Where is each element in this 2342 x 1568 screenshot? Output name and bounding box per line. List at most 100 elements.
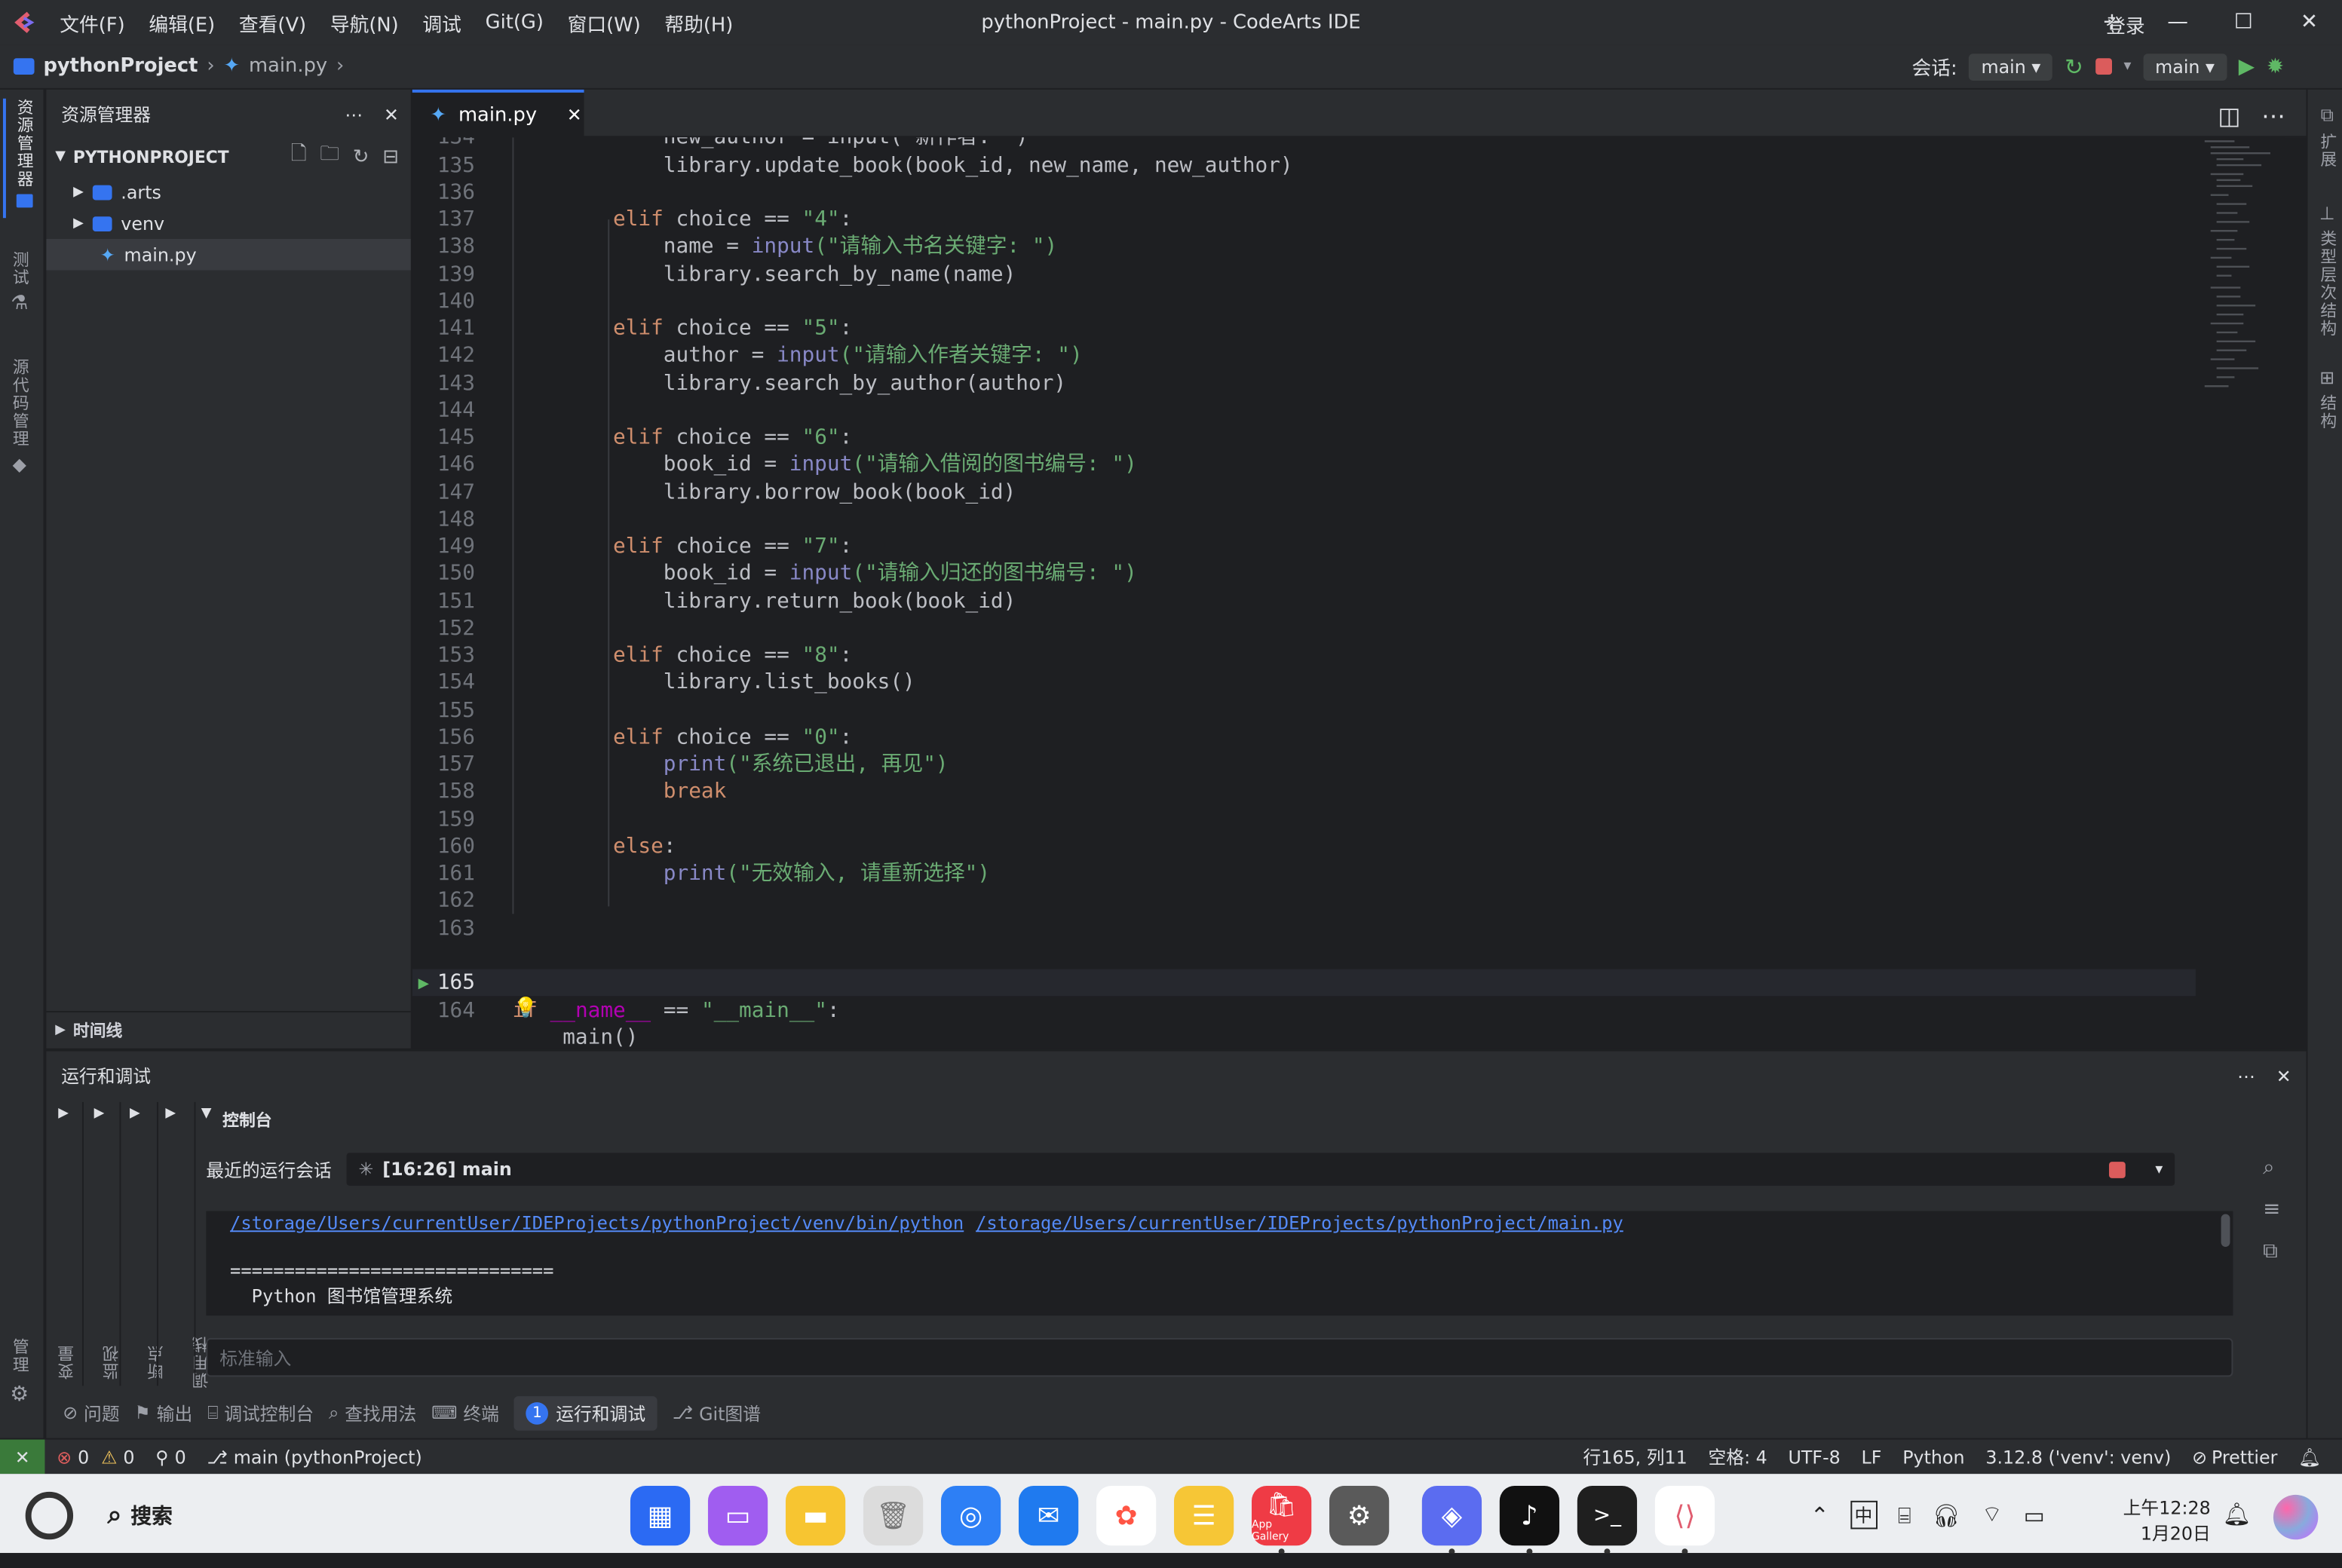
maximize-button[interactable]: ☐	[2211, 11, 2276, 35]
refresh-icon[interactable]: ↻	[353, 145, 369, 168]
app-photos-icon[interactable]: ✿	[1096, 1485, 1157, 1546]
activity-test[interactable]: 测试 ⚗	[8, 251, 32, 315]
breadcrumb-project[interactable]: pythonProject	[43, 55, 198, 78]
session-item[interactable]: ✳ [16:26] main ▾	[346, 1153, 2175, 1186]
run-icon[interactable]: ▶	[2239, 54, 2255, 78]
tab-main-py[interactable]: ✦ main.py ✕	[412, 89, 584, 138]
ime-indicator[interactable]: 中	[1850, 1500, 1878, 1530]
start-button[interactable]	[25, 1491, 74, 1540]
tab-output[interactable]: ⚑ 输出	[134, 1400, 192, 1426]
chevron-right-icon[interactable]: ▶	[165, 1107, 176, 1122]
copy-icon[interactable]: ⧉	[2263, 1239, 2280, 1263]
app-folder-icon[interactable]: ▬	[785, 1485, 846, 1546]
chevron-right-icon[interactable]: ▶	[94, 1107, 105, 1122]
session-select[interactable]: main ▾	[1969, 53, 2053, 80]
variables-tab[interactable]: 变量	[55, 1344, 79, 1380]
activity-explorer[interactable]: 资源管理器	[2, 98, 42, 219]
debug-icon[interactable]: ✹	[2267, 54, 2284, 78]
activity-manage[interactable]: 管理 ⚙	[8, 1338, 32, 1407]
chevron-right-icon[interactable]: ▶	[58, 1107, 69, 1122]
console-output[interactable]: /storage/Users/currentUser/IDEProjects/p…	[206, 1211, 2233, 1316]
more-icon[interactable]: ⋯	[345, 104, 363, 125]
tree-item-venv[interactable]: ▶ venv	[46, 207, 410, 239]
code-editor[interactable]: 134 new_author = input("新作者: ") 135 libr…	[412, 137, 2285, 1049]
new-folder-icon[interactable]: 🗀	[320, 140, 339, 173]
tree-item-arts[interactable]: ▶ .arts	[46, 176, 410, 208]
stop-icon[interactable]	[2095, 58, 2112, 75]
minimize-button[interactable]: —	[2145, 11, 2211, 35]
chevron-down-icon[interactable]: ▾	[2123, 58, 2131, 75]
layout-icon[interactable]: ⊹	[2079, 11, 2144, 35]
tree-item-main-py[interactable]: ✦ main.py	[46, 238, 411, 271]
app-mail-icon[interactable]: ✉	[1018, 1485, 1079, 1546]
minimap[interactable]	[2196, 137, 2282, 406]
taskbar-search[interactable]: ⌕ 搜索	[108, 1501, 173, 1531]
menu-navigate[interactable]: 导航(N)	[330, 8, 399, 37]
run-config-select[interactable]: main ▾	[2143, 53, 2227, 80]
branch-status[interactable]: ⎇ main (pythonProject)	[207, 1447, 421, 1468]
app-settings-icon[interactable]: ⚙	[1329, 1485, 1390, 1546]
ports-counter[interactable]: ⚲ 0	[155, 1447, 185, 1468]
app-files-icon[interactable]: ▭	[707, 1485, 768, 1546]
assistant-icon[interactable]	[2273, 1494, 2319, 1540]
cursor-position[interactable]: 行165, 列11	[1583, 1444, 1688, 1470]
app-launcher-icon[interactable]: ▦	[630, 1485, 691, 1546]
bell-icon[interactable]: 🔔︎	[2298, 1447, 2321, 1468]
app-trash-icon[interactable]: 🗑︎	[863, 1485, 924, 1546]
project-root[interactable]: ▼ PYTHONPROJECT 🗋 🗀 ↻ ⊟	[46, 140, 410, 173]
tab-run-debug[interactable]: 1 运行和调试	[513, 1395, 658, 1430]
python-path-link[interactable]: /storage/Users/currentUser/IDEProjects/p…	[230, 1212, 964, 1233]
menu-git[interactable]: Git(G)	[486, 11, 544, 34]
new-file-icon[interactable]: 🗋	[291, 140, 307, 173]
more-icon[interactable]: ⋯	[2261, 102, 2285, 130]
tab-debug-console[interactable]: ⌸ 调试控制台	[207, 1400, 314, 1426]
tab-git-graph[interactable]: ⎇ Git图谱	[673, 1400, 761, 1426]
notification-bell-icon[interactable]: 🔔︎	[2223, 1501, 2252, 1528]
split-editor-icon[interactable]: ◫	[2218, 102, 2240, 130]
stdin-input[interactable]: 标准输入	[206, 1337, 2233, 1377]
line-ending[interactable]: LF	[1862, 1447, 1882, 1468]
interpreter[interactable]: 3.12.8 ('venv': venv)	[1985, 1447, 2171, 1468]
app-notes-icon[interactable]: ☰	[1173, 1485, 1234, 1546]
app-codearts-icon[interactable]: ⟨⟩	[1654, 1485, 1715, 1554]
breadcrumb-file[interactable]: main.py	[249, 55, 327, 78]
menu-view[interactable]: 查看(V)	[239, 8, 306, 37]
encoding[interactable]: UTF-8	[1789, 1447, 1841, 1468]
app-tiktok-icon[interactable]: ♪	[1499, 1485, 1560, 1554]
collapse-all-icon[interactable]: ⊟	[382, 145, 399, 168]
close-icon[interactable]: ✕	[384, 104, 399, 125]
app-appgallery-icon[interactable]: 🛍︎ App Gallery	[1251, 1485, 1312, 1554]
app-browser-icon[interactable]: ◎	[940, 1485, 1001, 1546]
search-icon[interactable]: ⌕	[2263, 1156, 2280, 1180]
prettier-status[interactable]: ⊘ Prettier	[2192, 1447, 2277, 1468]
app-terminal-icon[interactable]: >_	[1577, 1485, 1638, 1554]
close-icon[interactable]: ✕	[2276, 1065, 2291, 1086]
clipboard-icon[interactable]: ⌸	[1898, 1502, 1911, 1529]
menu-file[interactable]: 文件(F)	[60, 8, 124, 37]
tab-find-usages[interactable]: ⌕ 查找用法	[329, 1400, 416, 1426]
console-scrollbar[interactable]	[2221, 1214, 2230, 1248]
chevron-down-icon[interactable]: ▼	[201, 1107, 212, 1122]
structure-tab[interactable]: ⊞ 结构	[2315, 367, 2339, 430]
menu-help[interactable]: 帮助(H)	[664, 8, 733, 37]
extensions-tab[interactable]: ⧉ 扩展	[2315, 105, 2339, 169]
remote-icon[interactable]: ✕	[0, 1439, 45, 1475]
menu-edit[interactable]: 编辑(E)	[149, 8, 215, 37]
indentation[interactable]: 空格: 4	[1709, 1444, 1767, 1470]
stop-icon[interactable]	[2109, 1161, 2126, 1178]
close-tab-icon[interactable]: ✕	[567, 105, 582, 126]
chevron-down-icon[interactable]: ▾	[2155, 1161, 2163, 1178]
timeline-section[interactable]: ▶ 时间线	[46, 1011, 411, 1047]
wrap-icon[interactable]: ≡	[2263, 1198, 2280, 1222]
language-mode[interactable]: Python	[1902, 1447, 1964, 1468]
console-section-label[interactable]: 控制台	[222, 1108, 271, 1132]
more-icon[interactable]: ⋯	[2237, 1065, 2255, 1086]
headphones-icon[interactable]: 🎧︎	[1933, 1502, 1961, 1529]
chevron-right-icon[interactable]: ▶	[130, 1107, 140, 1122]
clock[interactable]: 上午12:28 1月20日	[2112, 1495, 2211, 1545]
activity-scm[interactable]: 源代码管理 ◆	[8, 358, 32, 475]
wifi-icon[interactable]: ⌔	[1982, 1501, 2003, 1530]
script-path-link[interactable]: /storage/Users/currentUser/IDEProjects/p…	[976, 1212, 1623, 1233]
tab-problems[interactable]: ⊘ 问题	[63, 1400, 119, 1426]
app-devstudio-icon[interactable]: ◈	[1421, 1485, 1482, 1554]
